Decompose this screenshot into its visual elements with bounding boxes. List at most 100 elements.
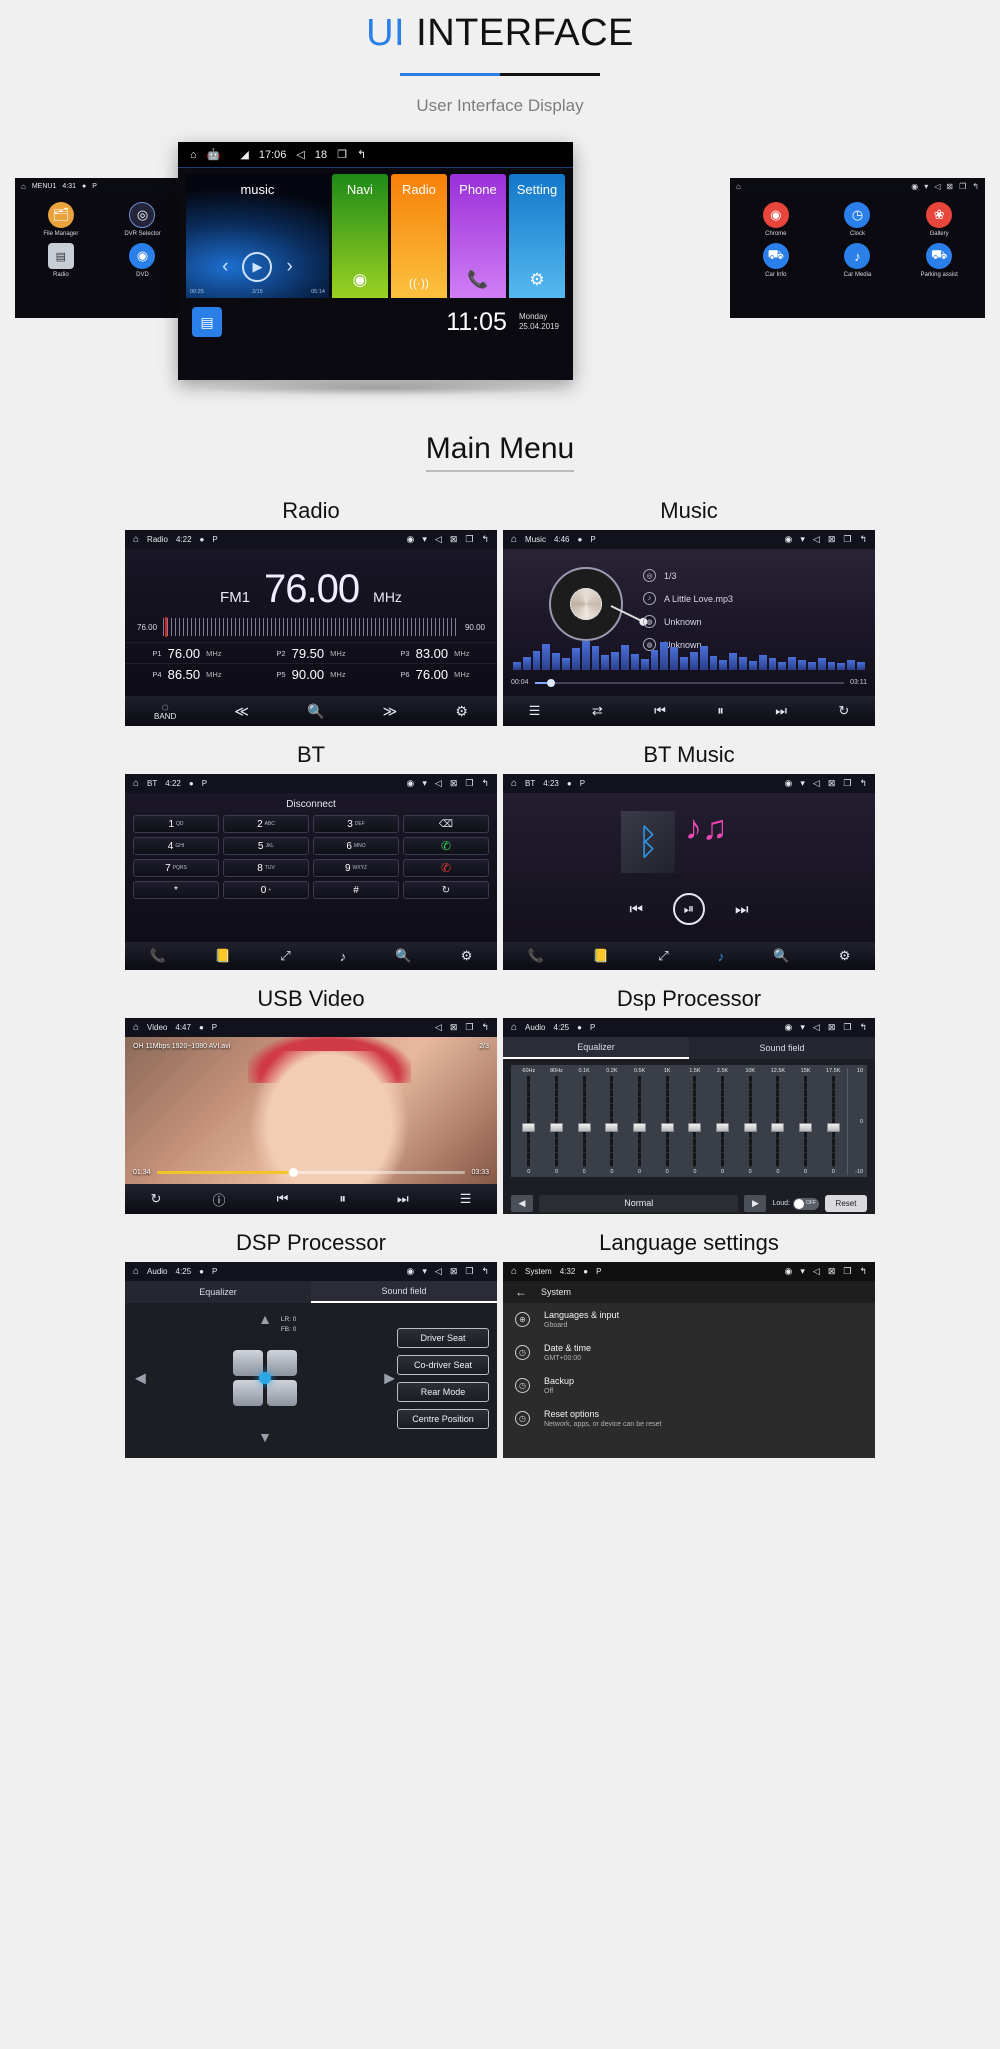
volume-icon[interactable]: ◁	[296, 148, 304, 161]
tab-equalizer[interactable]: Equalizer	[503, 1037, 689, 1059]
repeat-icon[interactable]: ↻	[151, 1191, 162, 1207]
prev-track-icon[interactable]: ⏮	[654, 703, 666, 719]
app-tile[interactable]: ▤ Radio	[21, 243, 101, 278]
arrow-down-icon[interactable]: ▼	[258, 1429, 272, 1445]
next-track-icon[interactable]: ⏭	[775, 703, 787, 719]
home-icon[interactable]: ⌂	[511, 778, 517, 789]
volume-icon[interactable]: ◁	[435, 778, 442, 789]
eq-slider-track[interactable]	[799, 1076, 813, 1167]
eq-band-12.5K[interactable]: 12.5K 0	[764, 1068, 792, 1175]
tile-navi[interactable]: Navi ◉	[331, 174, 388, 298]
progress-bar[interactable]	[534, 678, 844, 687]
arrow-left-icon[interactable]: ◀	[135, 1370, 146, 1387]
eq-slider-knob[interactable]	[771, 1123, 785, 1133]
bt-music-icon[interactable]: ♪	[340, 949, 347, 964]
key-7[interactable]: 7 PQRS	[133, 859, 219, 877]
sound-focus-dot[interactable]	[259, 1372, 271, 1384]
eq-slider-knob[interactable]	[550, 1123, 563, 1133]
centre-position-button[interactable]: Centre Position	[397, 1408, 489, 1429]
tile-radio[interactable]: Radio ((·))	[390, 174, 447, 298]
eq-band-80Hz[interactable]: 80Hz 0	[543, 1068, 571, 1175]
eq-slider-knob[interactable]	[633, 1123, 647, 1133]
home-icon[interactable]: ⌂	[511, 534, 517, 545]
loudness-control[interactable]: Loud: OFF	[772, 1197, 819, 1210]
eq-slider-track[interactable]	[716, 1076, 730, 1167]
home-icon[interactable]: ⌂	[133, 778, 139, 789]
eq-band-60Hz[interactable]: 60Hz 0	[515, 1068, 543, 1175]
home-icon[interactable]: ⌂	[133, 1266, 139, 1277]
preset-button[interactable]: P5 90.00 MHz	[249, 663, 373, 684]
home-icon[interactable]: ⌂	[133, 534, 139, 545]
home-icon[interactable]: ⌂	[511, 1266, 517, 1277]
dialpad-icon[interactable]: 📞	[150, 948, 166, 964]
back-icon[interactable]: ↰	[859, 1266, 867, 1277]
key-2[interactable]: 2 ABC	[223, 815, 309, 833]
recent-apps-icon[interactable]: ❐	[465, 534, 473, 545]
app-tile[interactable]: ⛟ Parking assist	[899, 243, 979, 278]
redial-icon[interactable]: ↻	[403, 881, 489, 899]
eq-band-0.1K[interactable]: 0.1K 0	[570, 1068, 598, 1175]
playlist-icon[interactable]: ☰	[460, 1191, 472, 1207]
key-4[interactable]: 4 GHI	[133, 837, 219, 855]
prev-track-icon[interactable]: ⏮	[629, 901, 643, 918]
info-icon[interactable]: ⓘ	[213, 1190, 226, 1209]
eq-band-1.5K[interactable]: 1.5K 0	[681, 1068, 709, 1175]
app-tile[interactable]: 🗂 File Manager	[21, 202, 101, 237]
backspace-icon[interactable]: ⌫	[403, 815, 489, 833]
app-tile[interactable]: ♪ Car Media	[818, 243, 898, 278]
repeat-icon[interactable]: ↻	[838, 703, 849, 719]
eq-slider-knob[interactable]	[688, 1123, 702, 1133]
back-icon[interactable]: ↰	[357, 148, 366, 161]
close-icon[interactable]: ⊠	[828, 534, 836, 545]
eq-slider-track[interactable]	[660, 1076, 674, 1167]
close-icon[interactable]: ⊠	[946, 182, 953, 191]
eq-band-2.5K[interactable]: 2.5K 0	[709, 1068, 737, 1175]
app-tile[interactable]: ❀ Gallery	[899, 202, 979, 237]
recent-apps-icon[interactable]: ❐	[959, 182, 966, 191]
eq-slider-knob[interactable]	[577, 1123, 591, 1133]
seat-rear-left[interactable]	[233, 1380, 263, 1406]
eq-slider-track[interactable]	[688, 1076, 702, 1167]
settings-row[interactable]: ◷ Reset options Network, apps, or device…	[503, 1402, 875, 1435]
back-icon[interactable]: ↰	[859, 534, 867, 545]
prev-icon[interactable]: ⏮	[277, 1191, 289, 1207]
key-6[interactable]: 6 MNO	[313, 837, 399, 855]
eq-slider-track[interactable]	[633, 1076, 647, 1167]
preset-button[interactable]: P2 79.50 MHz	[249, 642, 373, 663]
app-tile[interactable]: ◉ DVD	[103, 243, 183, 278]
key-8[interactable]: 8 TUV	[223, 859, 309, 877]
key-3[interactable]: 3 DEF	[313, 815, 399, 833]
settings-row[interactable]: ◷ Backup Off	[503, 1369, 875, 1402]
eq-slider-track[interactable]	[743, 1076, 757, 1167]
home-icon[interactable]: ⌂	[133, 1022, 139, 1033]
eq-slider-track[interactable]	[771, 1076, 785, 1167]
back-icon[interactable]: ↰	[972, 182, 979, 191]
tile-music[interactable]: music ‹ ▶ › 00:25 2/15 05:14	[186, 174, 329, 298]
app-tile[interactable]: ◎ DVR Selector	[103, 202, 183, 237]
gear-icon[interactable]: ⚙	[455, 703, 468, 720]
eq-band-10K[interactable]: 10K 0	[736, 1068, 764, 1175]
close-icon[interactable]: ⊠	[450, 534, 458, 545]
recent-apps-icon[interactable]: ❐	[337, 148, 347, 161]
pause-icon[interactable]: ⏸	[339, 1191, 346, 1207]
preset-button[interactable]: P4 86.50 MHz	[125, 663, 249, 684]
eq-slider-track[interactable]	[605, 1076, 619, 1167]
shuffle-icon[interactable]: ⇄	[592, 703, 603, 719]
video-progress[interactable]: 01:34 03:33	[133, 1168, 489, 1177]
home-icon[interactable]: ⌂	[190, 149, 197, 161]
arrow-up-icon[interactable]: ▲	[258, 1311, 272, 1327]
close-icon[interactable]: ⊠	[828, 778, 836, 789]
contacts-icon[interactable]: 📒	[593, 948, 609, 964]
pause-icon[interactable]: ⏸	[717, 703, 724, 719]
eq-slider-track[interactable]	[826, 1076, 840, 1167]
volume-icon[interactable]: ◁	[435, 534, 442, 545]
progress-bar[interactable]	[156, 1168, 466, 1177]
bt-music-icon[interactable]: ♪	[718, 949, 725, 964]
tab-equalizer[interactable]: Equalizer	[125, 1281, 311, 1303]
close-icon[interactable]: ⊠	[828, 1266, 836, 1277]
close-icon[interactable]: ⊠	[450, 778, 458, 789]
next-preset-button[interactable]: ▶	[744, 1195, 767, 1212]
recent-apps-icon[interactable]: ❐	[843, 1266, 851, 1277]
contacts-icon[interactable]: 📒	[215, 948, 231, 964]
volume-icon[interactable]: ◁	[813, 778, 820, 789]
